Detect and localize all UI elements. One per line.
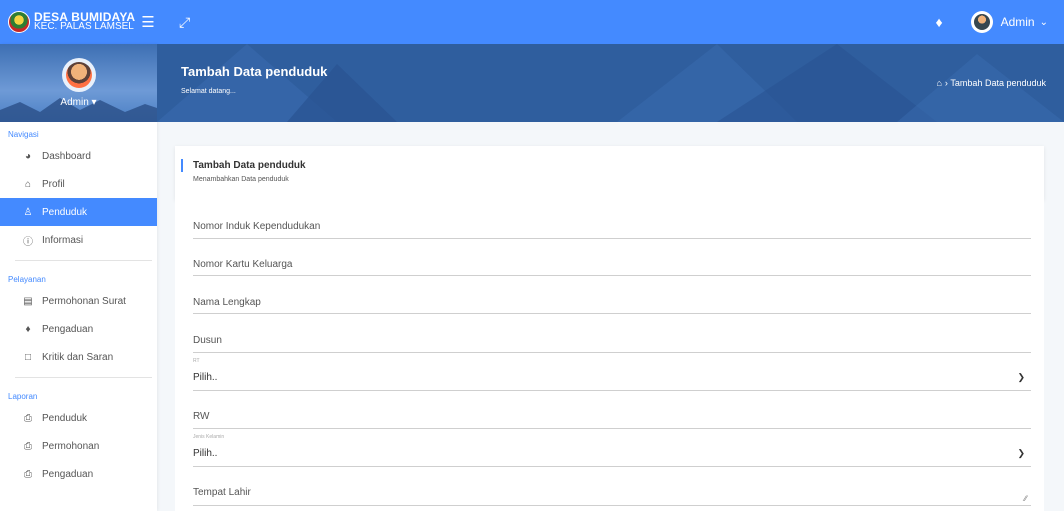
- sidebar-item-pengaduan[interactable]: ♦ Pengaduan: [0, 315, 157, 343]
- chevron-down-icon: ❯: [1017, 448, 1025, 458]
- printer-icon: ⎙: [24, 412, 32, 424]
- user-icon: ♙: [23, 206, 33, 218]
- home-icon: ⌂: [24, 178, 32, 190]
- user-menu[interactable]: Admin: [1001, 15, 1035, 29]
- nama-field[interactable]: Nama Lengkap: [193, 294, 1031, 314]
- sidebar-item-permohonan-surat[interactable]: ▤ Permohonan Surat: [0, 287, 157, 315]
- printer-icon: ⎙: [24, 440, 32, 452]
- dusun-field[interactable]: Dusun: [193, 332, 1031, 353]
- card-subtitle: Menambahkan Data penduduk: [193, 176, 289, 183]
- page-title: Tambah Data penduduk: [181, 64, 328, 79]
- breadcrumb-item[interactable]: Tambah Data penduduk: [950, 78, 1046, 88]
- tempat-lahir-textarea[interactable]: Tempat Lahir ∕∕: [193, 484, 1031, 506]
- sidebar: Admin ▾ Navigasi ◕ Dashboard ⌂ Profil ♙ Pen…: [0, 44, 157, 511]
- brand-logo: [8, 11, 30, 33]
- banner-decoration: [157, 44, 1064, 122]
- sidebar-item-laporan-permohonan[interactable]: ⎙ Permohonan: [0, 432, 157, 460]
- card-header: Tambah Data penduduk Menambahkan Data pe…: [175, 146, 1044, 200]
- dashboard-icon: ◕: [24, 150, 32, 162]
- breadcrumb: ⌂ › Tambah Data penduduk: [936, 78, 1046, 88]
- kk-field[interactable]: Nomor Kartu Keluarga: [193, 256, 1031, 276]
- nav-group-pelayanan: Pelayanan: [8, 275, 46, 284]
- sidebar-item-penduduk[interactable]: ♙ Penduduk: [0, 198, 157, 226]
- sidebar-profile: Admin ▾: [0, 44, 157, 122]
- page-subtitle: Selamat datang...: [181, 88, 236, 95]
- avatar[interactable]: [970, 11, 993, 33]
- page-header: Tambah Data penduduk Selamat datang... ⌂…: [157, 44, 1064, 122]
- brand-subtitle: KEC. PALAS LAMSEL: [34, 21, 134, 32]
- sidebar-item-kritik-saran[interactable]: □ Kritik dan Saran: [0, 343, 157, 371]
- nik-field[interactable]: Nomor Induk Kependudukan: [193, 218, 1031, 239]
- sidebar-item-laporan-pengaduan[interactable]: ⎙ Pengaduan: [0, 460, 157, 488]
- rw-field[interactable]: RW: [193, 408, 1031, 429]
- card-title: Tambah Data penduduk: [193, 160, 306, 171]
- hamburger-icon[interactable]: ☰: [141, 13, 154, 31]
- chevron-down-icon[interactable]: ⌄: [1040, 17, 1048, 28]
- top-navbar: DESA BUMIDAYA KEC. PALAS LAMSEL ☰ ⤢ ♦ Ad…: [0, 0, 1064, 44]
- printer-icon: ⎙: [24, 468, 32, 480]
- jenis-kelamin-select[interactable]: Jenis Kelamin Pilih.. ❯: [193, 432, 1031, 467]
- sidebar-item-laporan-penduduk[interactable]: ⎙ Penduduk: [0, 404, 157, 432]
- sidebar-item-dashboard[interactable]: ◕ Dashboard: [0, 142, 157, 170]
- rt-select[interactable]: RT Pilih.. ❯: [193, 356, 1031, 391]
- card-accent: [181, 159, 183, 172]
- divider: [15, 377, 152, 378]
- message-icon: □: [24, 351, 32, 363]
- brand[interactable]: DESA BUMIDAYA KEC. PALAS LAMSEL ☰: [0, 0, 157, 44]
- profile-avatar[interactable]: [61, 58, 96, 92]
- sidebar-item-profil[interactable]: ⌂ Profil: [0, 170, 157, 198]
- document-icon: ▤: [23, 295, 33, 307]
- bell-icon: ♦: [25, 323, 31, 335]
- nav-group-navigasi: Navigasi: [8, 130, 39, 139]
- nav-group-laporan: Laporan: [8, 392, 38, 401]
- profile-name-dropdown[interactable]: Admin ▾: [60, 97, 96, 108]
- chevron-down-icon: ❯: [1017, 372, 1025, 382]
- bell-icon[interactable]: ♦: [935, 14, 942, 30]
- home-icon[interactable]: ⌂: [936, 78, 941, 88]
- sidebar-item-informasi[interactable]: ⓘ Informasi: [0, 226, 157, 254]
- resize-handle-icon[interactable]: ∕∕: [1024, 494, 1027, 503]
- info-icon: ⓘ: [23, 236, 33, 248]
- add-resident-form: Nomor Induk Kependudukan Nomor Kartu Kel…: [175, 200, 1044, 511]
- fullscreen-icon[interactable]: ⤢: [179, 14, 190, 31]
- divider: [15, 260, 152, 261]
